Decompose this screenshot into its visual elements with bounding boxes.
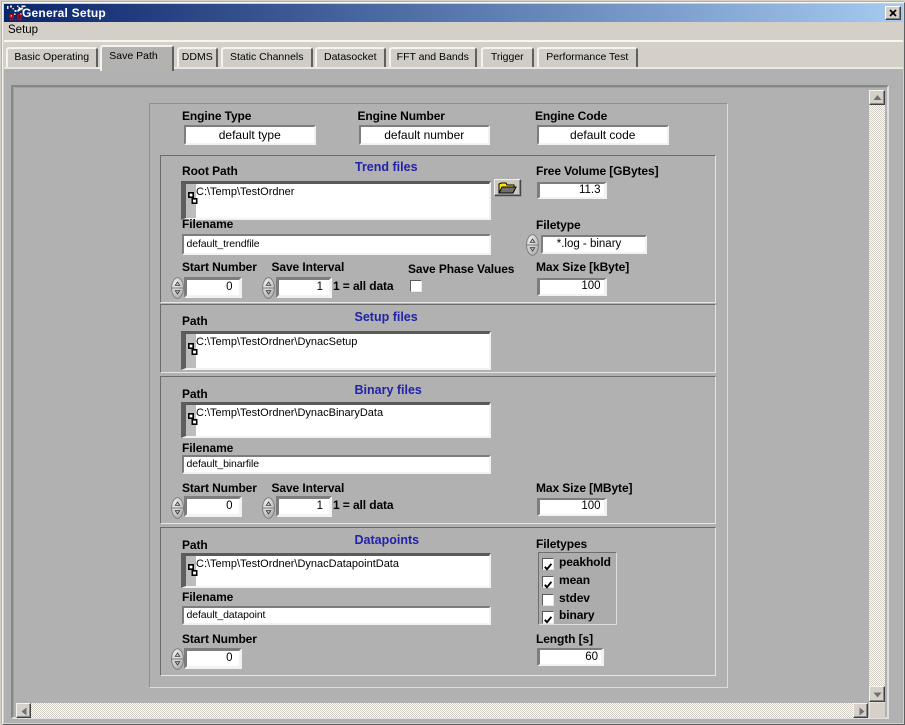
svg-text:9.0: 9.0 bbox=[9, 13, 22, 23]
